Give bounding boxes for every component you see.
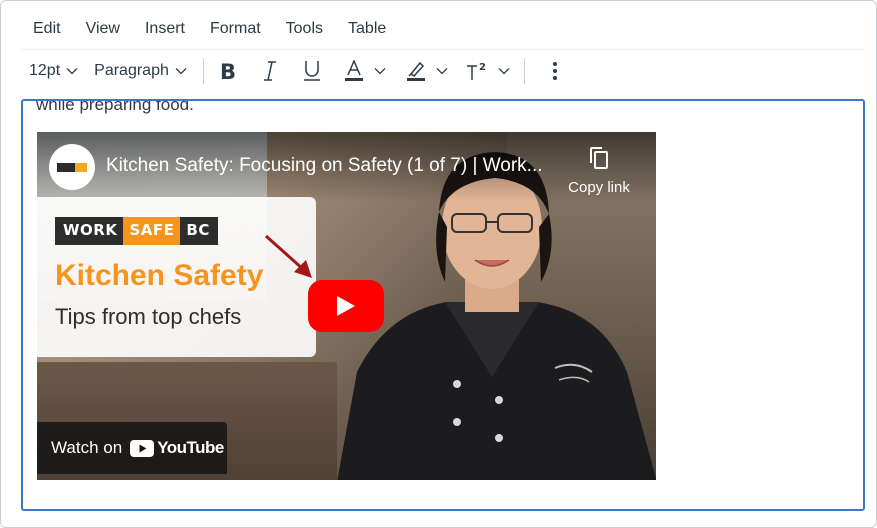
promo-subtitle: Tips from top chefs xyxy=(55,304,242,329)
highlight-icon xyxy=(406,61,425,81)
italic-icon xyxy=(263,61,276,81)
more-button[interactable] xyxy=(539,55,571,87)
copy-icon xyxy=(590,147,608,169)
menu-tools[interactable]: Tools xyxy=(282,16,327,42)
channel-logo-icon xyxy=(57,162,87,172)
superscript-button[interactable]: 2 xyxy=(460,55,494,87)
more-vertical-icon xyxy=(552,62,557,80)
play-icon xyxy=(337,296,355,316)
bold-icon: B xyxy=(220,61,236,81)
bold-button[interactable]: B xyxy=(212,55,244,87)
menu-view[interactable]: View xyxy=(82,16,124,42)
menu-bar: Edit View Insert Format Tools Table xyxy=(21,11,407,47)
youtube-wordmark: YouTube xyxy=(157,438,224,457)
font-size-dropdown[interactable]: 12pt xyxy=(21,55,86,87)
text-color-control xyxy=(338,55,390,87)
highlight-control xyxy=(400,55,452,87)
menu-table[interactable]: Table xyxy=(344,16,390,42)
block-format-dropdown[interactable]: Paragraph xyxy=(86,55,195,87)
channel-avatar[interactable] xyxy=(49,144,95,190)
font-size-value: 12pt xyxy=(29,62,61,79)
svg-text:2: 2 xyxy=(479,62,486,73)
paragraph-text: while preparing food. xyxy=(36,99,194,114)
menu-edit[interactable]: Edit xyxy=(21,16,65,42)
svg-text:B: B xyxy=(220,61,236,81)
block-format-value: Paragraph xyxy=(94,62,169,79)
annotation-arrow-icon xyxy=(264,234,312,278)
superscript-icon: 2 xyxy=(466,62,486,80)
brand-part-safe: SAFE xyxy=(123,217,181,245)
highlight-button[interactable] xyxy=(400,55,432,87)
youtube-icon xyxy=(130,439,155,457)
chevron-down-icon xyxy=(66,68,78,75)
copy-link-label: Copy link xyxy=(568,179,630,196)
toolbar-divider xyxy=(523,58,525,84)
superscript-menu-button[interactable] xyxy=(494,55,514,87)
youtube-logo: YouTube xyxy=(130,438,224,458)
rich-content-editor: Edit View Insert Format Tools Table 12pt… xyxy=(0,0,877,528)
chevron-down-icon xyxy=(175,68,187,75)
play-button[interactable] xyxy=(308,280,384,332)
highlight-menu-button[interactable] xyxy=(432,55,452,87)
video-title[interactable]: Kitchen Safety: Focusing on Safety (1 of… xyxy=(106,155,543,177)
editor-content-area[interactable]: while preparing food. Kitchen Safety: Fo… xyxy=(21,99,865,511)
chevron-down-icon xyxy=(498,68,510,75)
underline-icon xyxy=(303,61,320,81)
promo-title: Kitchen Safety xyxy=(55,259,264,292)
video-embed[interactable]: Kitchen Safety: Focusing on Safety (1 of… xyxy=(37,132,656,480)
text-color-menu-button[interactable] xyxy=(370,55,390,87)
text-color-icon xyxy=(344,60,363,81)
toolbar: 12pt Paragraph B 2 xyxy=(21,53,571,89)
watch-on-youtube-button[interactable]: Watch on YouTube xyxy=(37,422,227,474)
chevron-down-icon xyxy=(436,68,448,75)
brand-part-bc: BC xyxy=(180,217,218,245)
italic-button[interactable] xyxy=(254,55,286,87)
copy-link-button[interactable]: Copy link xyxy=(564,146,634,196)
toolbar-divider xyxy=(202,58,204,84)
superscript-control: 2 xyxy=(460,55,514,87)
text-color-button[interactable] xyxy=(338,55,370,87)
underline-button[interactable] xyxy=(296,55,328,87)
menubar-divider xyxy=(21,49,864,50)
watch-on-label: Watch on xyxy=(51,438,123,457)
worksafebc-logo: WORK SAFE BC xyxy=(55,217,218,245)
brand-part-work: WORK xyxy=(55,217,124,245)
menu-format[interactable]: Format xyxy=(206,16,265,42)
chevron-down-icon xyxy=(374,68,386,75)
menu-insert[interactable]: Insert xyxy=(141,16,189,42)
